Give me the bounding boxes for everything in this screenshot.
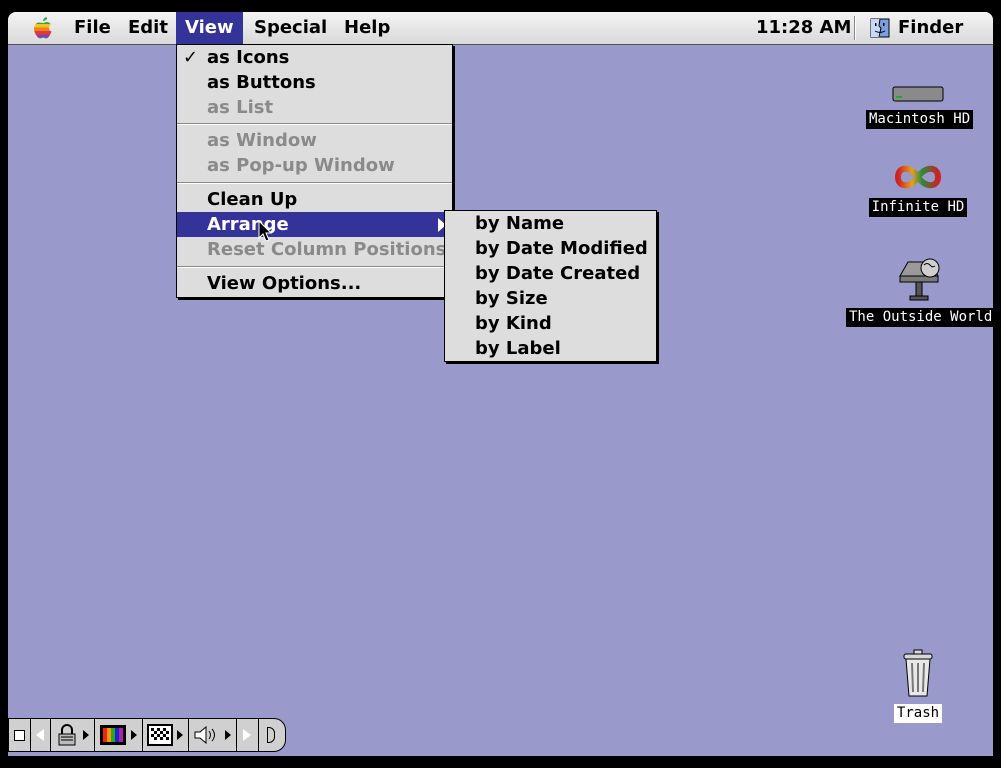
menu-divider xyxy=(177,182,452,184)
menubar-divider xyxy=(854,16,856,40)
menu-special[interactable]: Special xyxy=(245,12,336,44)
menu-item-label: as Icons xyxy=(207,47,290,68)
application-name: Finder xyxy=(898,17,964,38)
scroll-left-icon[interactable] xyxy=(30,718,52,752)
menu-item-label: View Options... xyxy=(207,273,362,294)
submenu-item-by-kind[interactable]: by Kind xyxy=(445,311,656,336)
menu-item-label: Arrange xyxy=(207,214,289,235)
menu-help[interactable]: Help xyxy=(335,12,399,44)
submenu-item-by-label[interactable]: by Label xyxy=(445,336,656,361)
desktop-icon-label: Trash xyxy=(893,704,943,723)
menu-item-reset-column-positions: Reset Column Positions xyxy=(177,237,452,262)
menu-item-arrange[interactable]: Arrange xyxy=(177,212,452,237)
submenu-item-by-size[interactable]: by Size xyxy=(445,286,656,311)
infinite-drive-icon xyxy=(894,165,942,189)
desktop-icon-label: Macintosh HD xyxy=(866,110,974,129)
menu-item-as-window: as Window xyxy=(177,128,452,153)
menu-divider xyxy=(177,123,452,125)
control-strip-tab-icon[interactable] xyxy=(8,718,32,752)
speaker-volume-icon[interactable] xyxy=(188,718,238,752)
monitor-resolution-icon[interactable] xyxy=(142,718,190,752)
menu-item-view-options[interactable]: View Options... xyxy=(177,271,452,296)
control-strip xyxy=(8,718,290,752)
desktop-icon-the-outside-world[interactable]: The Outside World xyxy=(846,254,993,327)
menu-item-label: Clean Up xyxy=(207,189,298,210)
network-globe-icon xyxy=(899,258,940,301)
submenu-item-by-date-created[interactable]: by Date Created xyxy=(445,261,656,286)
hard-drive-icon xyxy=(892,86,944,102)
desktop-icon-label: The Outside World xyxy=(846,308,993,327)
finder-face-icon xyxy=(870,18,890,38)
menu-item-as-popup-window: as Pop-up Window xyxy=(177,153,452,178)
menu-view[interactable]: View xyxy=(176,12,243,44)
trash-icon xyxy=(903,649,933,697)
scroll-right-icon[interactable] xyxy=(236,718,260,752)
desktop[interactable]: File Edit View Special Help 11:28 AM Fin… xyxy=(8,12,993,756)
submenu-item-by-name[interactable]: by Name xyxy=(445,211,656,236)
menu-item-label: Reset Column Positions xyxy=(207,239,447,260)
desktop-icon-trash[interactable]: Trash xyxy=(886,648,950,723)
menu-divider xyxy=(177,266,452,268)
desktop-icon-infinite-hd[interactable]: Infinite HD xyxy=(866,162,970,217)
view-menu: ✓ as Icons as Buttons as List as Window … xyxy=(176,44,453,298)
menu-bar: File Edit View Special Help 11:28 AM Fin… xyxy=(8,12,993,45)
arrange-submenu: by Name by Date Modified by Date Created… xyxy=(444,210,657,362)
menu-item-label: as Buttons xyxy=(207,72,316,93)
menu-item-as-list: as List xyxy=(177,95,452,120)
menu-edit[interactable]: Edit xyxy=(119,12,177,44)
menu-item-label: as Window xyxy=(207,130,317,151)
menu-item-label: as List xyxy=(207,97,274,118)
checkmark-icon: ✓ xyxy=(183,47,199,68)
scroll-arrow-icon[interactable] xyxy=(258,718,286,752)
submenu-item-by-date-modified[interactable]: by Date Modified xyxy=(445,236,656,261)
menu-clock[interactable]: 11:28 AM xyxy=(756,12,851,44)
menu-item-clean-up[interactable]: Clean Up xyxy=(177,187,452,212)
mouse-pointer-icon xyxy=(258,220,273,242)
menu-item-as-icons[interactable]: ✓ as Icons xyxy=(177,45,452,70)
desktop-icon-macintosh-hd[interactable]: Macintosh HD xyxy=(866,84,974,129)
menu-item-as-buttons[interactable]: as Buttons xyxy=(177,70,452,95)
lock-icon[interactable] xyxy=(50,718,96,752)
monitor-color-icon[interactable] xyxy=(94,718,144,752)
menu-file[interactable]: File xyxy=(65,12,120,44)
apple-menu-icon[interactable] xyxy=(32,16,54,40)
desktop-icon-label: Infinite HD xyxy=(868,198,968,217)
menu-item-label: as Pop-up Window xyxy=(207,155,395,176)
